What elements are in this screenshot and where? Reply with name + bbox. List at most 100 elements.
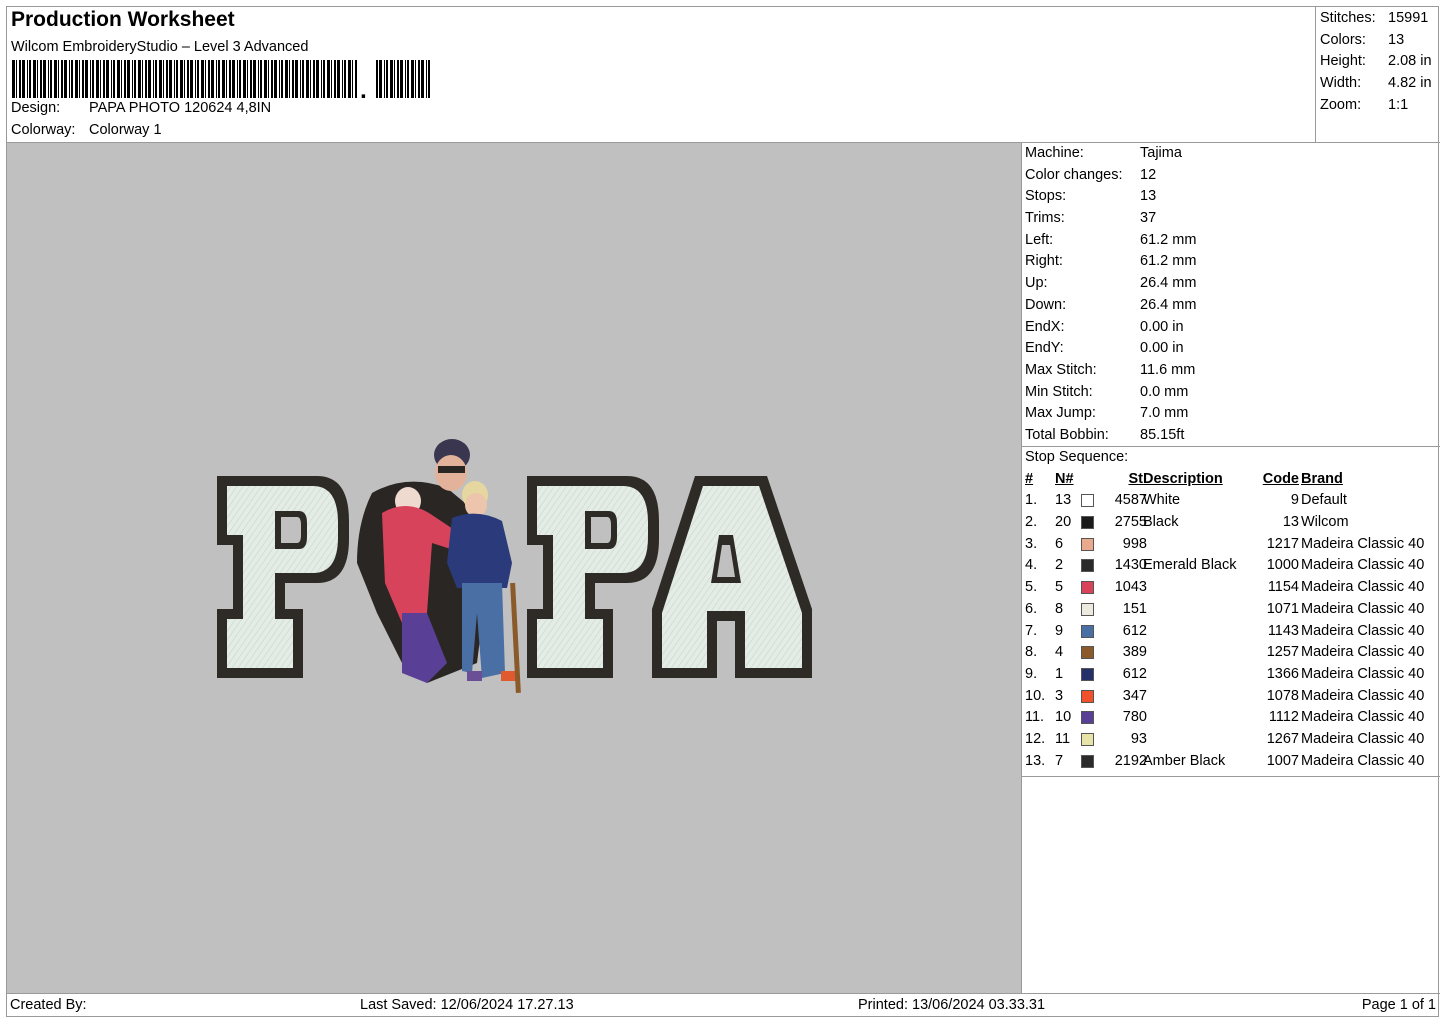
color-swatch (1081, 689, 1094, 703)
thread-code: 1143 (1267, 622, 1299, 639)
color-description: Black (1143, 514, 1179, 531)
printed-date: Printed: 13/06/2024 03.33.31 (858, 997, 1046, 1013)
thread-brand: Madeira Classic 40 (1301, 665, 1425, 682)
machine-row: EndX: 0.00 in (1025, 317, 1440, 339)
table-row: 8. 4 389 1257 Madeira Classic 40 (1025, 642, 1440, 664)
worksheet-footer: Created By: Last Saved: 12/06/2024 17.27… (7, 993, 1440, 1018)
stitch-count: 151 (1122, 600, 1147, 617)
summary-row: Colors: 13 (1320, 30, 1440, 52)
color-swatch (1081, 494, 1094, 508)
machine-row: Left: 61.2 mm (1025, 230, 1440, 252)
worksheet-header: Production Worksheet Wilcom EmbroiderySt… (7, 7, 1315, 143)
machine-label: Color changes: (1025, 166, 1123, 183)
stitch-count: 389 (1122, 644, 1147, 661)
summary-row: Stitches: 15991 (1320, 8, 1440, 30)
needle-number: 13 (1055, 492, 1072, 509)
summary-value: 15991 (1388, 10, 1429, 26)
barcode: , (12, 60, 430, 98)
summary-label: Zoom: (1320, 96, 1362, 113)
machine-row: Right: 61.2 mm (1025, 251, 1440, 273)
colorway-value: Colorway 1 (89, 122, 162, 138)
thread-brand: Madeira Classic 40 (1301, 730, 1425, 747)
machine-row: Max Jump: 7.0 mm (1025, 403, 1440, 425)
color-swatch (1081, 581, 1094, 595)
design-summary: Stitches: 15991 Colors: 13 Height: 2.08 in … (1315, 7, 1440, 143)
thread-brand: Madeira Classic 40 (1301, 600, 1425, 617)
summary-row: Zoom: 1:1 (1320, 95, 1440, 117)
color-description: Amber Black (1143, 752, 1226, 769)
machine-row: Down: 26.4 mm (1025, 295, 1440, 317)
stop-index: 10. (1025, 687, 1046, 704)
colorway-row: Colorway: Colorway 1 (11, 122, 162, 138)
machine-row: Stops: 13 (1025, 186, 1440, 208)
machine-row: EndY: 0.00 in (1025, 338, 1440, 360)
machine-row: Up: 26.4 mm (1025, 273, 1440, 295)
blank-area (1022, 777, 1440, 993)
stitch-count: 612 (1122, 622, 1147, 639)
stop-rows: 1. 13 4587 White 9 Default 2. 20 2755 Black 13 Wilc… (1025, 490, 1440, 772)
machine-value: 85.15ft (1140, 426, 1185, 443)
thread-code: 1366 (1266, 665, 1299, 682)
needle-number: 11 (1055, 730, 1071, 747)
needle-number: 3 (1055, 687, 1064, 704)
table-row: 9. 1 612 1366 Madeira Classic 40 (1025, 664, 1440, 686)
machine-value: 37 (1140, 210, 1157, 227)
color-swatch (1081, 667, 1094, 681)
machine-label: Min Stitch: (1025, 383, 1093, 400)
summary-value: 4.82 in (1388, 75, 1432, 92)
stitch-count: 347 (1122, 687, 1147, 704)
thread-code: 1112 (1268, 709, 1299, 726)
table-row: 11. 10 780 1112 Madeira Classic 40 (1025, 707, 1440, 729)
machine-value: 0.0 mm (1140, 383, 1189, 400)
needle-number: 2 (1055, 557, 1064, 574)
machine-label: Trims: (1025, 210, 1065, 227)
page-number: Page 1 of 1 (1361, 997, 1436, 1013)
colorway-label: Colorway: (11, 122, 76, 138)
needle-number: 6 (1055, 535, 1064, 552)
page-title: Production Worksheet (11, 8, 235, 31)
design-label: Design: (11, 100, 61, 116)
machine-value: 26.4 mm (1140, 296, 1197, 313)
needle-number: 4 (1055, 644, 1064, 661)
design-row: Design: PAPA PHOTO 120624 4,8IN (11, 100, 271, 116)
stop-index: 5. (1025, 579, 1038, 596)
machine-label: Down: (1025, 296, 1067, 313)
embroidery-design-image (217, 439, 812, 694)
machine-value: 0.00 in (1140, 340, 1184, 357)
summary-label: Height: (1320, 53, 1366, 70)
machine-value: 61.2 mm (1140, 253, 1197, 270)
machine-label: Total Bobbin: (1025, 426, 1109, 443)
stop-sequence: Stop Sequence: # N# St. Description Code… (1022, 447, 1440, 777)
summary-value: 1:1 (1388, 96, 1409, 113)
letter-p-1 (217, 476, 349, 678)
needle-number: 20 (1055, 514, 1072, 531)
stop-index: 11. (1025, 709, 1045, 726)
thread-brand: Madeira Classic 40 (1301, 752, 1425, 769)
thread-code: 1078 (1266, 687, 1299, 704)
stop-index: 4. (1025, 557, 1038, 574)
machine-row: Total Bobbin: 85.15ft (1025, 425, 1440, 447)
table-row: 10. 3 347 1078 Madeira Classic 40 (1025, 686, 1440, 708)
machine-row: Max Stitch: 11.6 mm (1025, 360, 1440, 382)
summary-value: 13 (1388, 31, 1405, 48)
machine-value: 12 (1140, 166, 1157, 183)
machine-value: 26.4 mm (1140, 275, 1197, 292)
machine-label: Max Stitch: (1025, 361, 1097, 378)
needle-number: 10 (1055, 709, 1072, 726)
summary-row: Width: 4.82 in (1320, 73, 1440, 95)
machine-value: 11.6 mm (1140, 361, 1196, 378)
column-header-description: Description (1143, 470, 1223, 487)
machine-row: Trims: 37 (1025, 208, 1440, 230)
created-by: Created By: (10, 997, 87, 1013)
stop-index: 1. (1025, 492, 1038, 509)
summary-label: Colors: (1320, 31, 1366, 48)
machine-value: 61.2 mm (1140, 231, 1197, 248)
stop-index: 3. (1025, 535, 1038, 552)
svg-text:,: , (360, 77, 367, 98)
color-swatch (1081, 624, 1094, 638)
stop-index: 12. (1025, 730, 1046, 747)
machine-label: EndX: (1025, 318, 1065, 335)
embroidered-photo-figures (357, 439, 521, 694)
stop-index: 13. (1025, 752, 1046, 769)
thread-brand: Madeira Classic 40 (1301, 579, 1425, 596)
